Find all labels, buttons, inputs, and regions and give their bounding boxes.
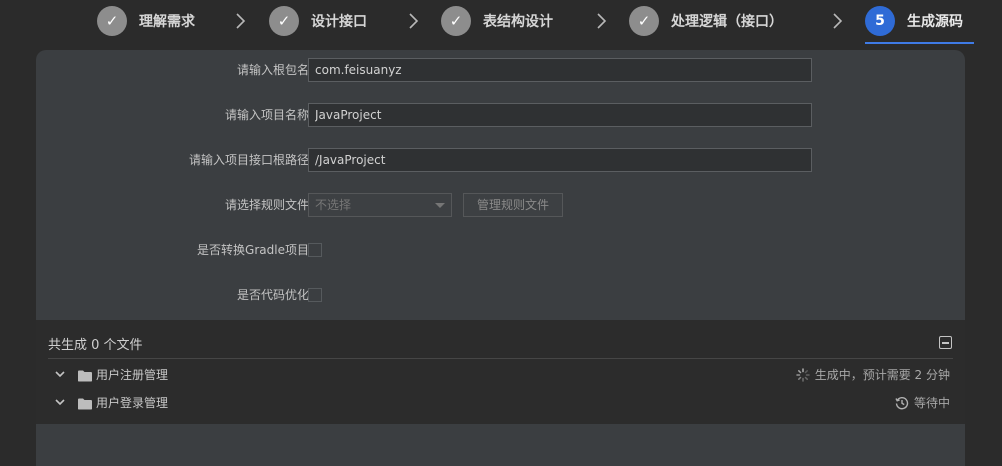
gradle-row: 是否转换Gradle项目: [36,238,965,262]
step-label: 表结构设计 [483,14,553,30]
check-icon: ✓ [441,6,471,36]
rule-file-label: 请选择规则文件: [224,198,313,212]
files-summary: 共生成 0 个文件 [48,338,143,353]
file-group-status: 等待中 [895,394,950,411]
folder-icon [78,367,92,386]
loading-spinner-icon [795,367,810,382]
chevron-right-icon [405,11,421,31]
optimize-label: 是否代码优化: [236,288,313,302]
file-group-status: 生成中，预计需要 2 分钟 [795,366,950,383]
step-label: 设计接口 [311,14,367,30]
project-name-label: 请输入项目名称: [224,108,313,122]
rule-file-row: 请选择规则文件: 不选择 管理规则文件 [36,193,965,217]
folder-icon [78,395,92,414]
manage-rules-button[interactable]: 管理规则文件 [463,193,563,217]
chevron-right-icon [232,11,248,31]
step-generate-source[interactable]: 5 生成源码 [865,6,963,36]
rule-file-select[interactable]: 不选择 [308,193,452,217]
root-path-input[interactable] [308,148,812,172]
check-icon: ✓ [97,6,127,36]
file-group-status-text: 等待中 [913,396,950,410]
step-number-badge: 5 [865,6,895,36]
step-processing-logic[interactable]: ✓ 处理逻辑（接口） [629,6,783,36]
package-row: 请输入根包名: [36,58,965,82]
active-step-underline [865,42,974,44]
step-label: 生成源码 [907,14,963,30]
package-label: 请输入根包名: [236,63,313,77]
gradle-checkbox[interactable] [308,243,322,257]
step-progress-bar: ✓ 理解需求 ✓ 设计接口 ✓ 表结构设计 ✓ 处理逻辑（接口） 5 生成源码 [0,0,1002,46]
optimize-row: 是否代码优化: [36,283,965,307]
step-understand-requirements[interactable]: ✓ 理解需求 [97,6,195,36]
step-label: 理解需求 [139,14,195,30]
check-icon: ✓ [269,6,299,36]
package-input[interactable] [308,58,812,82]
step-table-design[interactable]: ✓ 表结构设计 [441,6,553,36]
divider [48,358,953,359]
project-name-row: 请输入项目名称: [36,103,965,127]
caret-down-icon [435,203,445,208]
chevron-right-icon [593,11,609,31]
check-icon: ✓ [629,6,659,36]
gradle-label: 是否转换Gradle项目: [197,243,313,257]
generated-files-panel: 共生成 0 个文件 用户注册管理 生成中，预计需要 2 分钟 用户登录管理 等待… [36,320,965,424]
root-path-label: 请输入项目接口根路径: [188,153,313,167]
file-group-row[interactable]: 用户注册管理 生成中，预计需要 2 分钟 [36,363,965,385]
root-path-row: 请输入项目接口根路径: [36,148,965,172]
history-clock-icon [895,396,909,410]
step-label: 处理逻辑（接口） [671,14,783,30]
rule-file-placeholder: 不选择 [315,198,352,212]
optimize-checkbox[interactable] [308,288,322,302]
file-group-name: 用户注册管理 [96,368,169,382]
chevron-down-icon[interactable] [54,394,66,413]
file-group-status-text: 生成中，预计需要 2 分钟 [814,368,950,382]
file-group-name: 用户登录管理 [96,396,169,410]
collapse-all-icon[interactable] [939,336,952,349]
step-design-interface[interactable]: ✓ 设计接口 [269,6,367,36]
file-group-row[interactable]: 用户登录管理 等待中 [36,391,965,413]
chevron-down-icon[interactable] [54,366,66,385]
chevron-right-icon [829,11,845,31]
project-name-input[interactable] [308,103,812,127]
